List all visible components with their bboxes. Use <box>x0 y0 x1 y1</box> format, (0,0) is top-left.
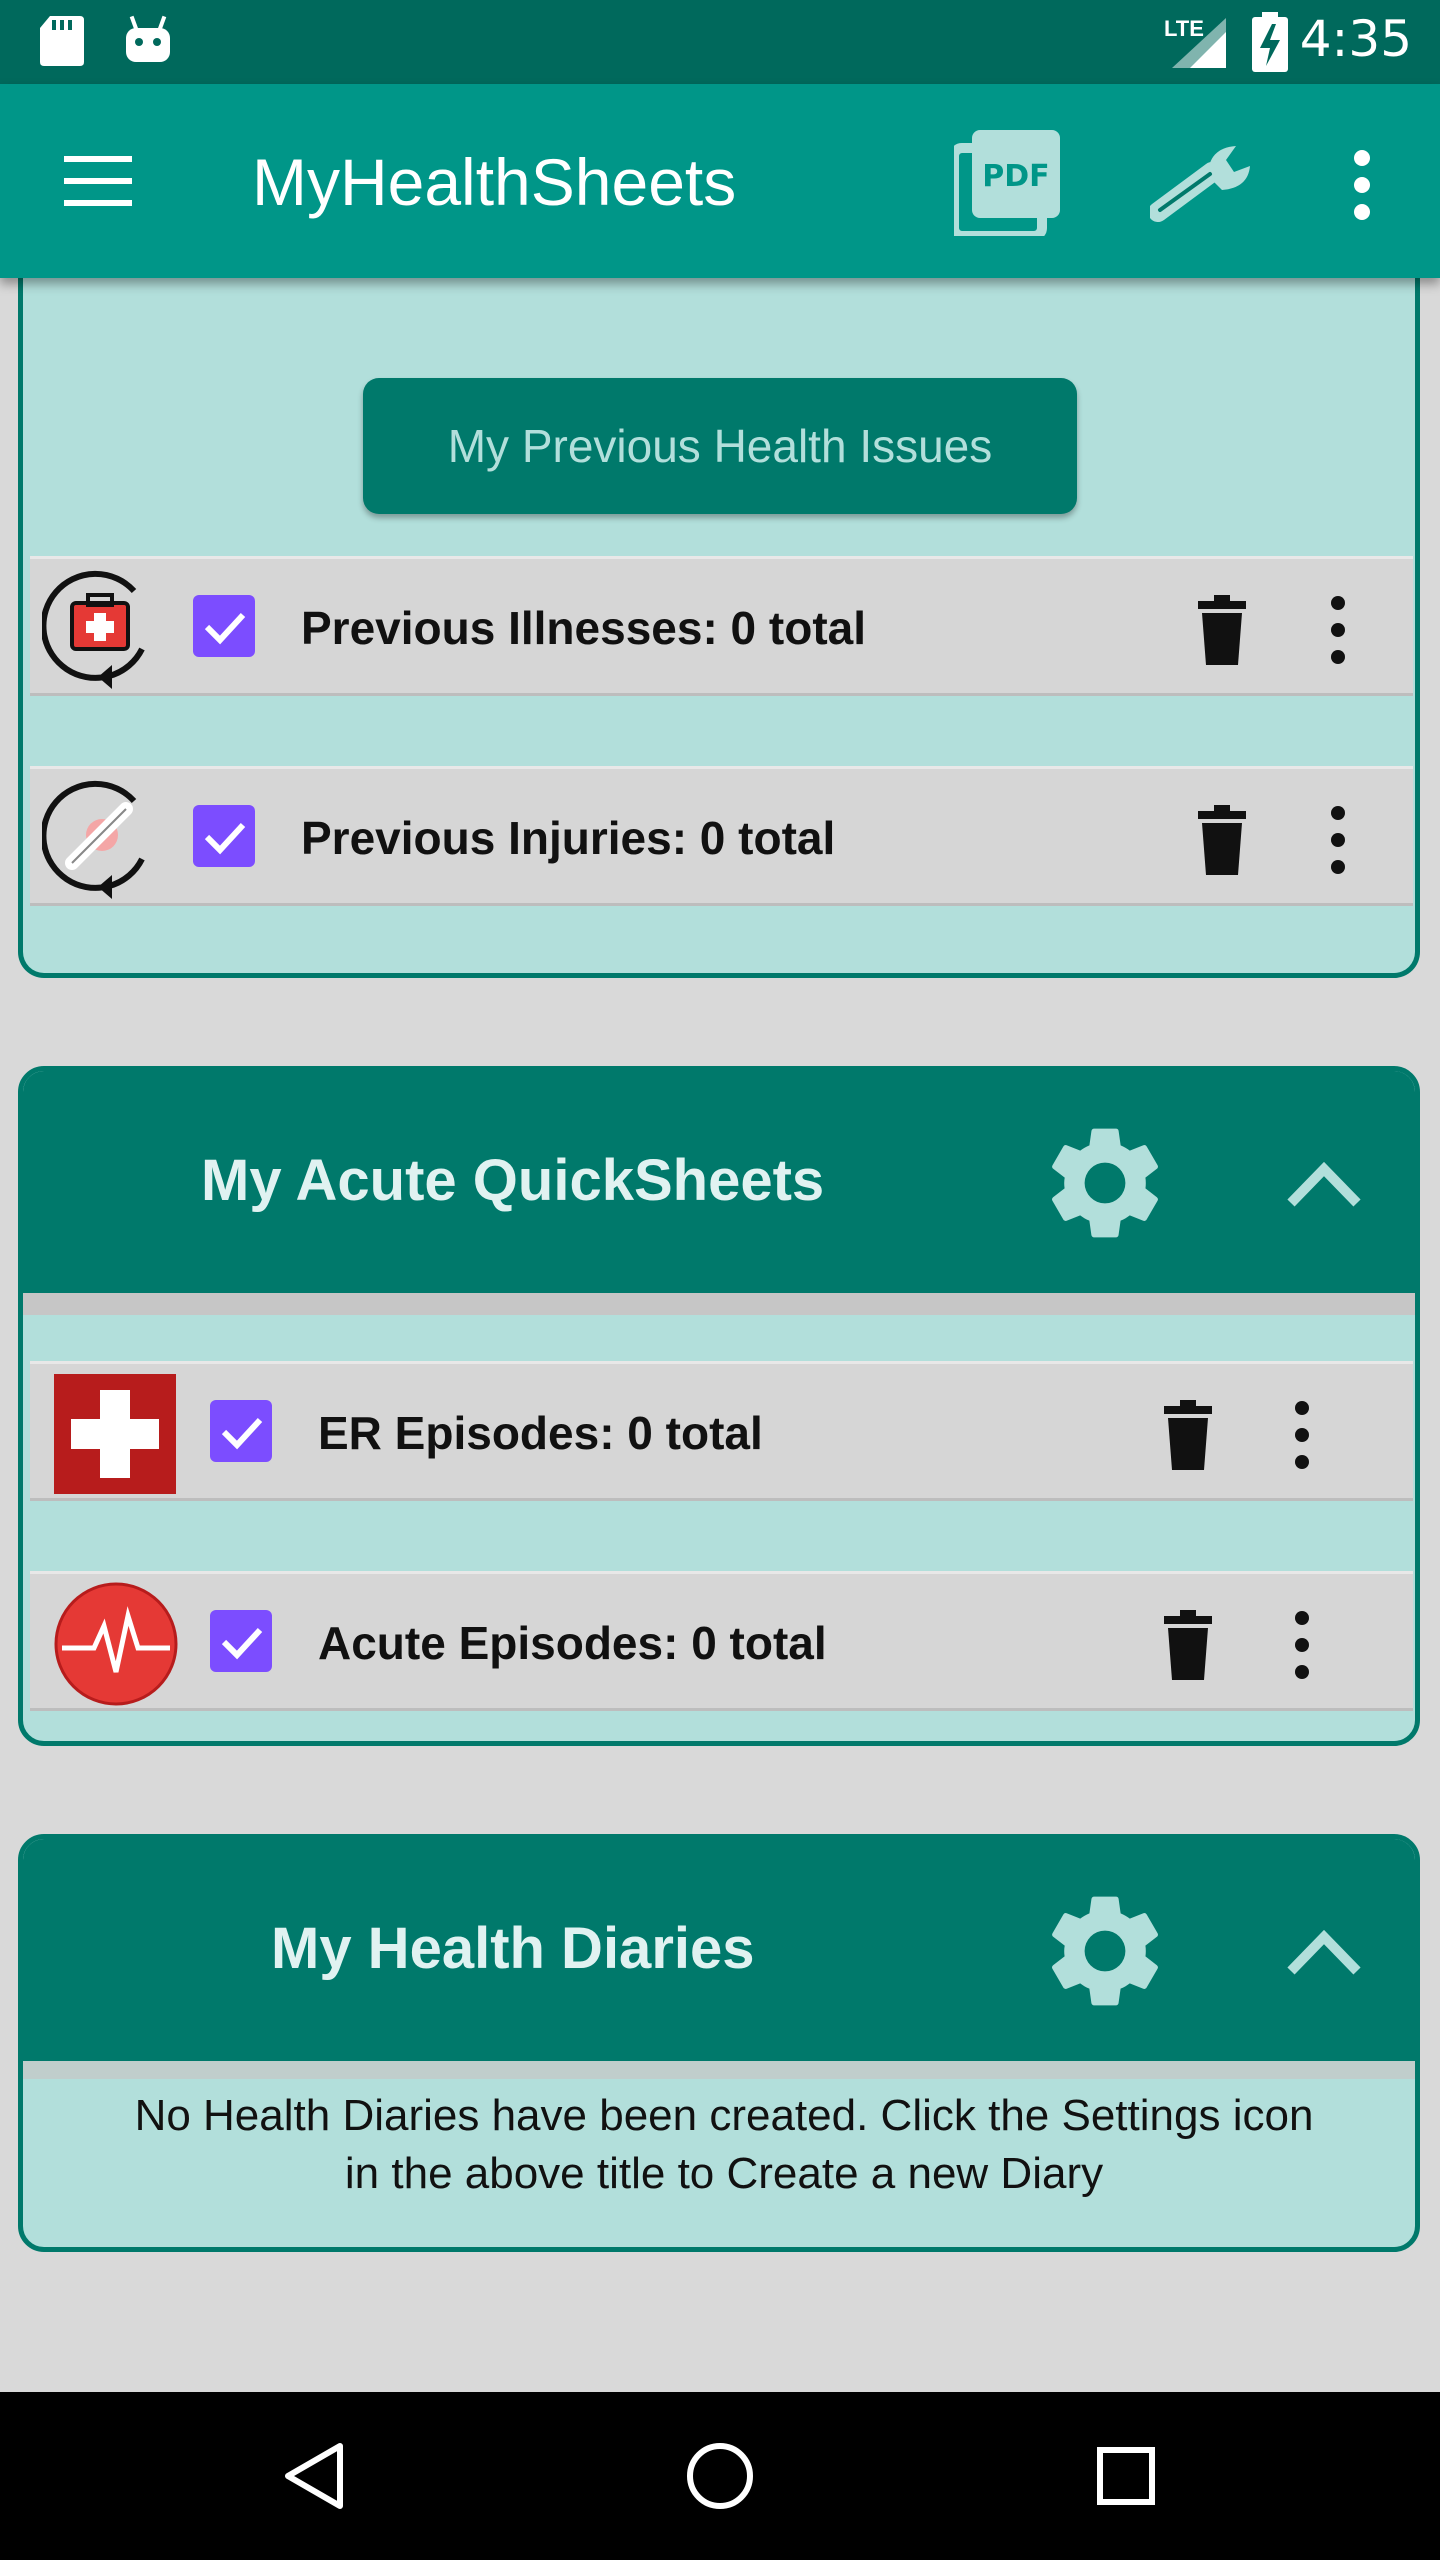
header-shadow <box>23 2061 1415 2079</box>
back-icon[interactable] <box>284 2442 344 2510</box>
previous-injuries-label: Previous Injuries: 0 total <box>301 812 836 864</box>
app-bar: MyHealthSheets PDF <box>0 84 1440 278</box>
health-diaries-card: My Health Diaries No Health Diaries have… <box>18 1834 1420 2252</box>
signal-icon <box>1172 18 1226 68</box>
previous-injury-icon <box>42 780 145 899</box>
acute-episodes-checkbox[interactable] <box>210 1610 272 1672</box>
list-item-previous-illnesses[interactable]: Previous Illnesses: 0 total <box>30 556 1413 696</box>
heartbeat-icon <box>54 1582 178 1706</box>
previous-illnesses-label: Previous Illnesses: 0 total <box>301 602 867 654</box>
empty-diaries-line-1: No Health Diaries have been created. Cli… <box>134 2091 1314 2140</box>
collapse-chevron-up-icon[interactable] <box>1285 1929 1363 1977</box>
overflow-menu-icon[interactable] <box>1352 150 1372 220</box>
empty-diaries-message: No Health Diaries have been created. Cli… <box>63 2087 1385 2203</box>
pdf-icon[interactable]: PDF <box>954 130 1060 236</box>
acute-card-title: My Acute QuickSheets <box>201 1148 825 1213</box>
acute-card-header: My Acute QuickSheets <box>23 1071 1415 1293</box>
delete-icon[interactable] <box>1198 595 1246 665</box>
empty-diaries-line-2: in the above title to Create a new Diary <box>344 2149 1104 2198</box>
recents-icon[interactable] <box>1096 2446 1156 2506</box>
list-item-er-episodes[interactable]: ER Episodes: 0 total <box>30 1361 1413 1501</box>
settings-gear-icon[interactable] <box>1037 1115 1173 1251</box>
er-episodes-checkbox[interactable] <box>210 1400 272 1462</box>
er-episodes-label: ER Episodes: 0 total <box>318 1407 763 1459</box>
diaries-card-header: My Health Diaries <box>23 1839 1415 2061</box>
row-overflow-icon[interactable] <box>1292 1610 1312 1680</box>
home-icon[interactable] <box>686 2442 754 2510</box>
row-overflow-icon[interactable] <box>1328 805 1348 875</box>
android-debug-icon <box>126 15 170 62</box>
delete-icon[interactable] <box>1198 805 1246 875</box>
previous-illness-icon <box>42 570 145 689</box>
list-item-previous-injuries[interactable]: Previous Injuries: 0 total <box>30 766 1413 906</box>
clock: 4:35 <box>1299 10 1412 68</box>
previous-health-issues-button[interactable]: My Previous Health Issues <box>363 378 1077 514</box>
previous-illnesses-checkbox[interactable] <box>193 595 255 657</box>
delete-icon[interactable] <box>1164 1400 1212 1470</box>
er-cross-icon <box>54 1374 176 1494</box>
wrench-icon[interactable] <box>1150 142 1256 224</box>
delete-icon[interactable] <box>1164 1610 1212 1680</box>
sd-card-icon <box>40 16 84 66</box>
settings-gear-icon[interactable] <box>1037 1883 1173 2019</box>
svg-text:PDF: PDF <box>982 159 1049 194</box>
previous-health-card: My Previous Health Issues Previous Illne… <box>18 230 1420 978</box>
collapse-chevron-up-icon[interactable] <box>1285 1161 1363 1209</box>
battery-charging-icon <box>1252 12 1288 72</box>
header-shadow <box>23 1293 1415 1315</box>
diaries-card-title: My Health Diaries <box>271 1916 755 1981</box>
system-nav-bar <box>0 2392 1440 2560</box>
row-overflow-icon[interactable] <box>1292 1400 1312 1470</box>
list-item-acute-episodes[interactable]: Acute Episodes: 0 total <box>30 1571 1413 1711</box>
acute-episodes-label: Acute Episodes: 0 total <box>318 1617 827 1669</box>
menu-icon[interactable] <box>64 156 132 206</box>
previous-injuries-checkbox[interactable] <box>193 805 255 867</box>
app-title: MyHealthSheets <box>252 145 737 219</box>
row-overflow-icon[interactable] <box>1328 595 1348 665</box>
acute-quicksheets-card: My Acute QuickSheets ER Episodes: 0 tota… <box>18 1066 1420 1746</box>
status-bar: LTE 4:35 <box>0 0 1440 84</box>
